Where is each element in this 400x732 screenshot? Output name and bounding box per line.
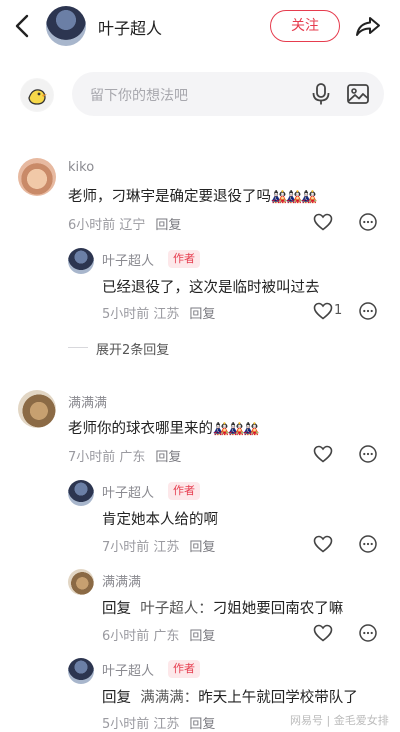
- reply-meta: 5小时前 江苏 回复: [102, 307, 216, 322]
- share-icon[interactable]: [354, 12, 382, 40]
- like-heart-icon[interactable]: [313, 302, 333, 320]
- author-badge: 作者: [168, 250, 200, 268]
- comment-meta: 7小时前 广东 回复: [68, 450, 182, 465]
- comment-input-row: 留下你的想法吧: [0, 70, 400, 120]
- reply-text: 肯定她本人给的啊: [102, 512, 218, 528]
- comment-input[interactable]: 留下你的想法吧: [72, 72, 384, 116]
- reply-meta: 6小时前 广东 回复: [102, 629, 216, 644]
- like-heart-icon[interactable]: [313, 445, 333, 463]
- reply-button[interactable]: 回复: [155, 218, 181, 233]
- commenter-avatar[interactable]: [18, 158, 56, 196]
- more-options-icon[interactable]: [358, 623, 378, 643]
- expand-replies-button[interactable]: 展开2条回复: [96, 339, 169, 358]
- author-badge: 作者: [168, 482, 200, 500]
- follow-button[interactable]: 关注: [270, 10, 340, 42]
- reply-text: 已经退役了，这次是临时被叫过去: [102, 280, 320, 296]
- like-heart-icon[interactable]: [313, 213, 333, 231]
- like-heart-icon[interactable]: [313, 624, 333, 642]
- comment-input-placeholder: 留下你的想法吧: [90, 88, 188, 104]
- comment-emojis: 🎎🎎🎎: [271, 190, 318, 205]
- author-avatar-small[interactable]: [68, 658, 94, 684]
- top-bar: 叶子超人 关注: [0, 0, 400, 52]
- mention-link[interactable]: 满满满：: [140, 690, 198, 706]
- reply-button[interactable]: 回复: [189, 629, 215, 644]
- reply-button[interactable]: 回复: [189, 307, 215, 322]
- reply-text: 回复 满满满：昨天上午就回学校带队了: [102, 690, 358, 706]
- expand-divider: [68, 347, 88, 348]
- mention-link[interactable]: 叶子超人：: [140, 601, 213, 617]
- author-avatar[interactable]: [46, 6, 86, 46]
- reply-user-name[interactable]: 叶子超人: [102, 250, 154, 269]
- like-count: 1: [334, 303, 343, 318]
- comment-text: 老师你的球衣哪里来的🎎🎎🎎: [68, 421, 260, 437]
- more-options-icon[interactable]: [358, 534, 378, 554]
- author-badge: 作者: [168, 660, 200, 678]
- reply-meta: 5小时前 江苏 回复: [102, 717, 216, 732]
- image-icon[interactable]: [346, 82, 370, 106]
- author-avatar-small[interactable]: [68, 480, 94, 506]
- comment-text: 老师，刁琳宇是确定要退役了吗🎎🎎🎎: [68, 189, 318, 205]
- commenter-name[interactable]: kiko: [68, 160, 94, 175]
- more-options-icon[interactable]: [358, 212, 378, 232]
- commenter-name[interactable]: 满满满: [68, 392, 107, 411]
- reply-button[interactable]: 回复: [189, 717, 215, 732]
- reply-user-name[interactable]: 叶子超人: [102, 660, 154, 679]
- author-name[interactable]: 叶子超人: [98, 15, 162, 39]
- comment-emojis: 🎎🎎🎎: [213, 422, 260, 437]
- comment-meta: 6小时前 辽宁 回复: [68, 218, 182, 233]
- microphone-icon[interactable]: [310, 82, 332, 106]
- reply-user-name[interactable]: 满满满: [102, 571, 141, 590]
- watermark: 网易号 | 金毛爱女排: [290, 714, 389, 727]
- reply-user-name[interactable]: 叶子超人: [102, 482, 154, 501]
- reply-button[interactable]: 回复: [189, 540, 215, 555]
- reply-meta: 7小时前 江苏 回复: [102, 540, 216, 555]
- more-options-icon[interactable]: [358, 444, 378, 464]
- reply-text: 回复 叶子超人：刁姐她要回南农了嘛: [102, 601, 344, 617]
- sticker-emoji-icon[interactable]: [20, 78, 54, 112]
- reply-user-avatar[interactable]: [68, 569, 94, 595]
- commenter-avatar[interactable]: [18, 390, 56, 428]
- author-avatar-small[interactable]: [68, 248, 94, 274]
- like-heart-icon[interactable]: [313, 535, 333, 553]
- more-options-icon[interactable]: [358, 301, 378, 321]
- back-arrow-icon[interactable]: [10, 12, 36, 40]
- reply-button[interactable]: 回复: [155, 450, 181, 465]
